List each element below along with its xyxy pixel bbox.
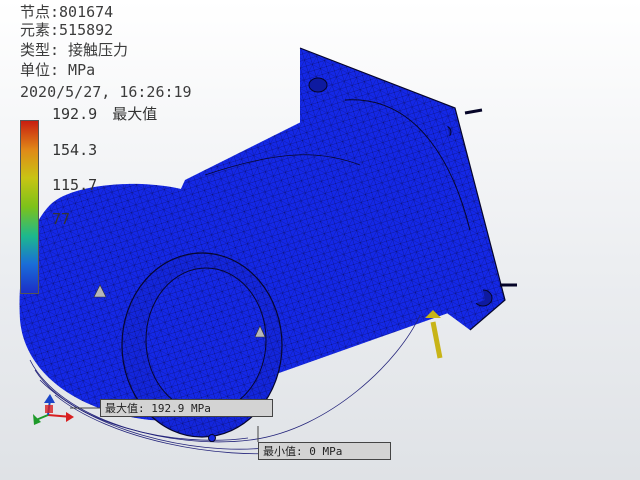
legend-max-tag: 最大值 (112, 105, 158, 123)
view-axis-triad-icon[interactable] (33, 394, 74, 425)
timestamp: 2020/5/27, 16:26:19 (20, 83, 192, 101)
legend-max-label: 192.9 最大值 (52, 103, 157, 124)
result-unit: 单位: MPa (20, 61, 96, 79)
color-legend-bar (20, 120, 39, 294)
max-value-callout[interactable]: 最大值: 192.9 MPa (100, 399, 273, 417)
legend-max-value: 192.9 (52, 105, 98, 123)
element-count: 元素:515892 (20, 21, 114, 39)
legend-label: 154.3 (52, 141, 98, 159)
legend-label: 77 (52, 210, 71, 228)
legend-label: 115.7 (52, 176, 98, 194)
min-value-callout[interactable]: 最小值: 0 MPa (258, 442, 391, 460)
model-viewport[interactable] (0, 0, 640, 480)
load-arrow-icon (425, 310, 443, 359)
result-type: 类型: 接触压力 (20, 41, 129, 59)
node-count: 节点:801674 (20, 3, 114, 21)
